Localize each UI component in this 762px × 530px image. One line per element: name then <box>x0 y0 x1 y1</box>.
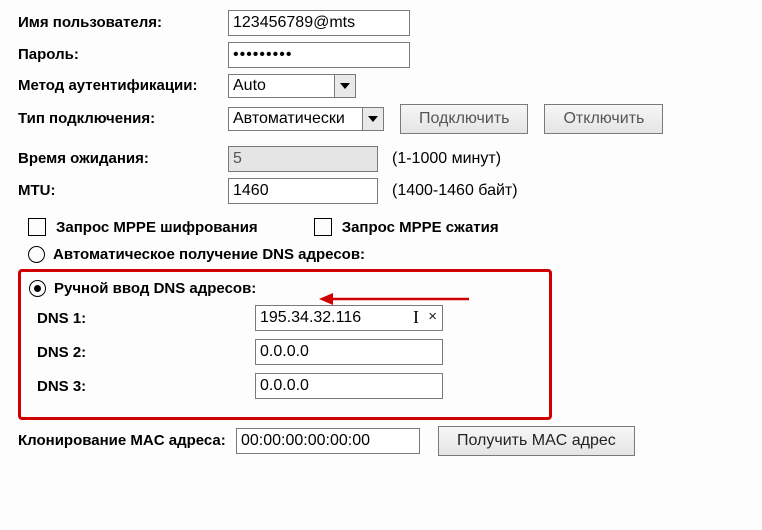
connection-select[interactable]: Автоматически <box>228 107 384 131</box>
dns-auto-radio[interactable] <box>28 246 45 263</box>
timeout-hint: (1-1000 минут) <box>392 150 501 168</box>
settings-form: Имя пользователя: Пароль: Метод аутентиф… <box>0 0 762 464</box>
password-label: Пароль: <box>18 46 228 64</box>
dns-auto-label: Автоматическое получение DNS адресов: <box>53 246 365 263</box>
mppe-comp-label: Запрос MPPE сжатия <box>342 219 499 236</box>
row-auth: Метод аутентификации: Auto <box>18 74 744 98</box>
row-timeout: Время ожидания: (1-1000 минут) <box>18 146 744 172</box>
auth-select[interactable]: Auto <box>228 74 356 98</box>
mtu-hint: (1400-1460 байт) <box>392 182 518 200</box>
auth-label: Метод аутентификации: <box>18 78 228 95</box>
row-mtu: MTU: (1400-1460 байт) <box>18 178 744 204</box>
chevron-down-icon <box>362 108 383 130</box>
row-mppe: Запрос MPPE шифрования Запрос MPPE сжати… <box>28 218 744 236</box>
clear-input-icon[interactable]: × <box>428 308 437 325</box>
mac-input[interactable] <box>236 428 420 454</box>
dns2-label: DNS 2: <box>29 344 255 361</box>
password-input[interactable] <box>228 42 410 68</box>
mppe-comp-checkbox[interactable] <box>314 218 332 236</box>
dns2-input[interactable] <box>255 339 443 365</box>
mtu-input[interactable] <box>228 178 378 204</box>
row-dns-auto: Автоматическое получение DNS адресов: <box>28 246 744 263</box>
connect-button[interactable]: Подключить <box>400 104 528 134</box>
mtu-label: MTU: <box>18 182 228 200</box>
mac-label: Клонирование MAC адреса: <box>18 433 236 450</box>
row-dns1: DNS 1: I × <box>29 305 539 331</box>
mppe-enc-checkbox[interactable] <box>28 218 46 236</box>
row-connection: Тип подключения: Автоматически Подключит… <box>18 104 744 134</box>
dns1-input[interactable] <box>255 305 443 331</box>
dns3-label: DNS 3: <box>29 378 255 395</box>
dns3-input[interactable] <box>255 373 443 399</box>
row-dns2: DNS 2: <box>29 339 539 365</box>
dns-manual-radio[interactable] <box>29 280 46 297</box>
row-password: Пароль: <box>18 42 744 68</box>
row-mac: Клонирование MAC адреса: Получить MAC ад… <box>18 426 744 456</box>
connection-label: Тип подключения: <box>18 110 228 128</box>
dns-manual-label: Ручной ввод DNS адресов: <box>54 280 256 297</box>
timeout-input <box>228 146 378 172</box>
username-input[interactable] <box>228 10 410 36</box>
row-dns3: DNS 3: <box>29 373 539 399</box>
mppe-enc-label: Запрос MPPE шифрования <box>56 219 258 236</box>
auth-select-value: Auto <box>233 77 266 95</box>
connection-select-value: Автоматически <box>233 110 345 128</box>
disconnect-button[interactable]: Отключить <box>544 104 663 134</box>
dns1-label: DNS 1: <box>29 310 255 327</box>
get-mac-button[interactable]: Получить MAC адрес <box>438 426 635 456</box>
username-label: Имя пользователя: <box>18 14 228 32</box>
timeout-label: Время ожидания: <box>18 150 228 168</box>
chevron-down-icon <box>334 75 355 97</box>
dns-manual-section: Ручной ввод DNS адресов: DNS 1: I × DNS … <box>18 269 552 420</box>
row-username: Имя пользователя: <box>18 10 744 36</box>
